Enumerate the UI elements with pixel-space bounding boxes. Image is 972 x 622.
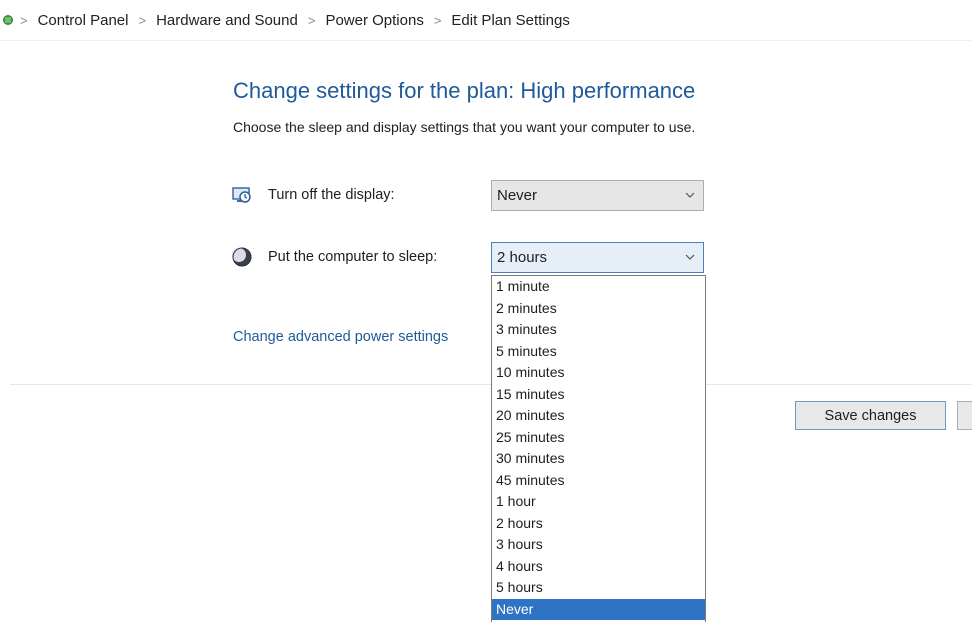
control-panel-icon: [3, 15, 13, 25]
breadcrumb-control-panel[interactable]: Control Panel: [38, 12, 129, 29]
dropdown-option[interactable]: 4 hours: [492, 556, 705, 578]
dropdown-option[interactable]: 20 minutes: [492, 405, 705, 427]
dropdown-option[interactable]: 3 minutes: [492, 319, 705, 341]
dropdown-option[interactable]: 10 minutes: [492, 362, 705, 384]
sleep-timeout-select[interactable]: 2 hours: [491, 242, 704, 273]
cancel-button[interactable]: [957, 401, 972, 430]
dropdown-option[interactable]: 1 minute: [492, 276, 705, 298]
display-monitor-icon: [232, 187, 251, 203]
dropdown-option[interactable]: 30 minutes: [492, 448, 705, 470]
breadcrumb-separator: >: [307, 12, 316, 28]
dropdown-option[interactable]: 1 hour: [492, 491, 705, 513]
dropdown-option[interactable]: 3 hours: [492, 534, 705, 556]
page-subtitle: Choose the sleep and display settings th…: [233, 119, 696, 135]
breadcrumb: > Control Panel > Hardware and Sound > P…: [0, 0, 972, 41]
sleep-options-dropdown[interactable]: 1 minute 2 minutes 3 minutes 5 minutes 10 mi…: [491, 275, 706, 622]
breadcrumb-separator: >: [433, 12, 442, 28]
breadcrumb-separator: >: [20, 12, 28, 28]
breadcrumb-hardware-and-sound[interactable]: Hardware and Sound: [156, 12, 298, 29]
breadcrumb-separator: >: [138, 12, 147, 28]
dropdown-option[interactable]: Never: [492, 598, 705, 620]
breadcrumb-edit-plan-settings[interactable]: Edit Plan Settings: [451, 12, 569, 29]
breadcrumb-power-options[interactable]: Power Options: [325, 12, 423, 29]
save-changes-button[interactable]: Save changes: [795, 401, 946, 430]
dropdown-option[interactable]: 2 minutes: [492, 298, 705, 320]
chevron-down-icon: [685, 254, 695, 260]
display-timeout-value: Never: [497, 187, 538, 204]
display-timeout-select[interactable]: Never: [491, 180, 704, 211]
sleep-timeout-value: 2 hours: [497, 249, 548, 266]
dropdown-option[interactable]: 5 hours: [492, 577, 705, 599]
sleep-setting-label: Put the computer to sleep:: [268, 249, 438, 265]
advanced-power-settings-link[interactable]: Change advanced power settings: [233, 329, 448, 345]
dropdown-option[interactable]: 2 hours: [492, 513, 705, 535]
chevron-down-icon: [685, 192, 695, 198]
dropdown-option[interactable]: 25 minutes: [492, 427, 705, 449]
sleep-moon-icon: [232, 247, 252, 267]
dropdown-option[interactable]: 45 minutes: [492, 470, 705, 492]
display-setting-label: Turn off the display:: [268, 187, 395, 203]
dropdown-option[interactable]: 5 minutes: [492, 341, 705, 363]
dropdown-option[interactable]: 15 minutes: [492, 384, 705, 406]
page-title: Change settings for the plan: High perfo…: [233, 78, 696, 103]
